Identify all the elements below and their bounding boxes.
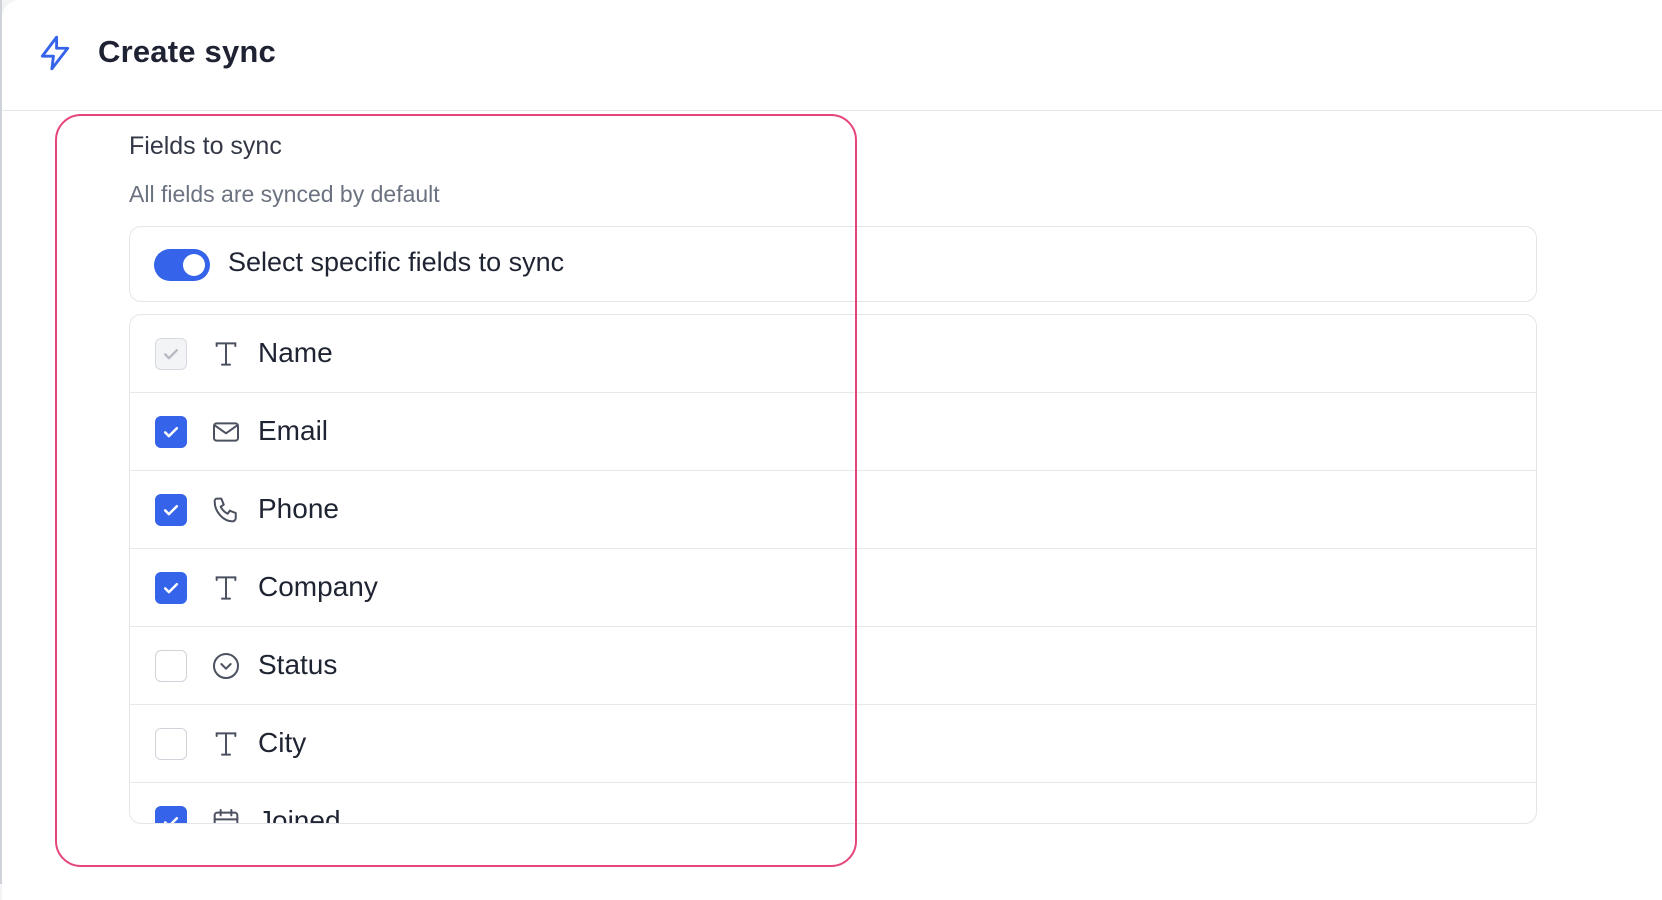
field-row-email[interactable]: Email [130,393,1536,471]
field-row-status[interactable]: Status [130,627,1536,705]
field-label: Joined [258,805,341,824]
field-checkbox-email[interactable] [155,416,187,448]
text-type-icon [210,728,242,760]
panel-header: Create sync [2,0,1662,111]
toggle-knob [183,254,205,276]
fields-list[interactable]: Name Email Phone Company Status City Joined [129,314,1537,824]
field-checkbox-company[interactable] [155,572,187,604]
field-row-name: Name [130,315,1536,393]
calendar-icon [210,806,242,823]
page-title: Create sync [98,34,276,69]
field-label: Email [258,415,329,446]
field-label: Phone [258,493,339,524]
field-checkbox-phone[interactable] [155,494,187,526]
fields-section-label: Fields to sync [129,132,282,160]
field-checkbox-joined[interactable] [155,806,187,823]
field-row-company[interactable]: Company [130,549,1536,627]
lightning-bolt-icon [36,34,74,72]
phone-icon [210,494,242,526]
field-checkbox-city[interactable] [155,728,187,760]
text-type-icon [210,338,242,370]
fields-section-hint: All fields are synced by default [129,181,440,207]
select-fields-toggle-card: Select specific fields to sync [129,226,1537,302]
field-row-city[interactable]: City [130,705,1536,783]
field-row-phone[interactable]: Phone [130,471,1536,549]
field-row-joined[interactable]: Joined [130,783,1536,824]
field-label: Company [258,571,378,602]
toggle-label: Select specific fields to sync [228,247,565,277]
mail-icon [210,416,242,448]
field-checkbox-name [155,338,187,370]
chevron-circle-icon [210,650,242,682]
select-fields-toggle[interactable] [154,249,210,281]
field-label: Status [258,649,338,680]
text-type-icon [210,572,242,604]
field-label: Name [258,337,333,368]
field-checkbox-status[interactable] [155,650,187,682]
field-label: City [258,727,307,758]
